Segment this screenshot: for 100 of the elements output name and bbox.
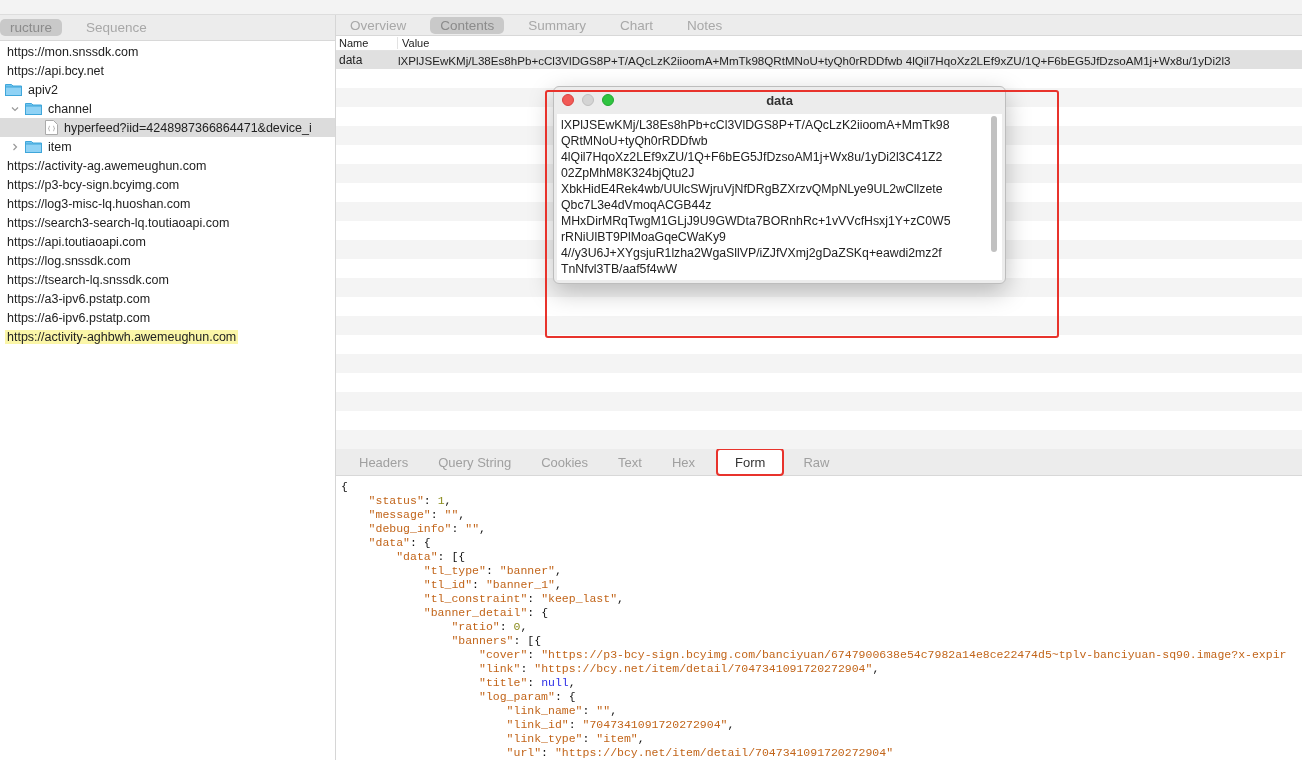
code-token: ,	[637, 732, 645, 745]
code-token: : [{	[513, 634, 542, 647]
code-token: null	[541, 676, 569, 689]
table-cell-text: data	[338, 53, 364, 67]
code-token: ,	[479, 522, 486, 535]
code-token: ,	[458, 508, 466, 521]
text-line: MHxDirMRqTwgM1GLjJ9U9GWDta7BORnhRc+1vVVcfHsxj1Y+zC0W5	[561, 213, 952, 229]
code-token: "ratio"	[451, 620, 500, 633]
code-token: ,	[872, 662, 880, 675]
code-token: :	[472, 578, 480, 591]
code-token: "title"	[479, 676, 528, 689]
code-token: "tl_constraint"	[423, 592, 528, 605]
code-token: ,	[610, 704, 618, 717]
code-token: "data"	[368, 536, 410, 549]
text-area[interactable]	[557, 114, 1002, 280]
code-token: ,	[727, 718, 735, 731]
chevron-down-icon[interactable]	[11, 105, 19, 113]
text-line: QRtMNoU+tyQh0rRDDfwb	[561, 133, 709, 149]
code-token: :	[541, 746, 549, 759]
code-token: :	[582, 704, 591, 717]
code-token: ,	[568, 676, 576, 689]
column-header[interactable]: Value	[397, 37, 430, 50]
code-token: : [{	[437, 550, 466, 563]
text-line: Qbc7L3e4dVmoqACGB44z	[561, 197, 713, 213]
code-token: : {	[410, 536, 431, 549]
code-token: :	[527, 648, 536, 661]
host-item[interactable]: https://tsearch-lq.snssdk.com	[5, 272, 171, 287]
code-token: "cover"	[479, 648, 528, 661]
text-line: lXPlJSEwKMj/L38Es8hPb+cCl3VlDGS8P+T/AQcLzK2iioomA+MmTk98	[561, 117, 951, 133]
code-token: "tl_type"	[423, 564, 486, 577]
code-token: :	[582, 732, 591, 745]
code-token: "status"	[368, 494, 424, 507]
host-item[interactable]: https://api.toutiaoapi.com	[5, 234, 148, 249]
code-token: "data"	[396, 550, 438, 563]
code-token: :	[499, 620, 508, 633]
host-item[interactable]: https://a6-ipv6.pstatp.com	[5, 310, 153, 325]
code-token: "link_name"	[506, 704, 583, 717]
host-item[interactable]: https://a3-ipv6.pstatp.com	[5, 291, 153, 306]
code-token: "item"	[596, 732, 638, 745]
code-token: {	[341, 480, 348, 493]
column-header[interactable]: Name	[336, 37, 397, 50]
code-token: "link_type"	[506, 732, 583, 745]
table-cell: lXPlJSEwKMj/L38Es8hPb+cCl3VlDGS8P+T/AQcLzK2iioomA+MmTk98QRtMNoU+tyQh0rRDDfwb 4lQil7HqoXz2LEf9xZU/1Q+F6bEG5JfDzsoAM1j+Wx8u/1yDi2l3	[397, 53, 1231, 67]
code-token: :	[527, 676, 536, 689]
host-item[interactable]: https://activity-aghbwh.awemeughun.com	[5, 329, 239, 344]
host-item[interactable]: https://p3-bcy-sign.bcyimg.com	[5, 177, 182, 192]
code-token: "log_param"	[479, 690, 555, 703]
host-item[interactable]: channel	[46, 101, 94, 116]
host-item[interactable]: https://log3-misc-lq.huoshan.com	[5, 196, 193, 211]
text-line: rRNiUlBT9PlMoaGqeCWaKy9	[561, 229, 727, 245]
code-token: "banners"	[451, 634, 514, 647]
code-token: "banner_1"	[485, 578, 555, 591]
code-token: "url"	[506, 746, 542, 759]
host-item[interactable]: https://log.snssdk.com	[5, 253, 133, 268]
window-title: data	[766, 93, 793, 108]
host-item[interactable]: https://search3-search-lq.toutiaoapi.com	[5, 215, 232, 230]
minimize-icon[interactable]	[582, 94, 594, 106]
folder-icon	[5, 83, 22, 96]
zoom-icon[interactable]	[602, 94, 614, 106]
code-token: : {	[554, 690, 576, 703]
code-token: "tl_id"	[423, 578, 473, 591]
text-line: TnNfvl3TB/aaf5f4wW	[561, 261, 679, 277]
code-token: "debug_info"	[368, 522, 452, 535]
text-line: 02ZpMhM8K324bjQtu2J	[561, 165, 696, 181]
code-token: ,	[554, 578, 562, 591]
code-token: :	[527, 592, 536, 605]
code-token: ,	[444, 494, 452, 507]
text-line: XbkHidE4Rek4wb/UUlcSWjruVjNfDRgBZXrzvQMpNLye9UL2wCllzete	[561, 181, 944, 197]
code-token: :	[423, 494, 432, 507]
code-token: "link"	[479, 662, 521, 675]
code-token: :	[520, 662, 529, 675]
code-token: "banner_detail"	[423, 606, 528, 619]
document-icon	[45, 120, 58, 135]
host-item[interactable]: item	[46, 139, 74, 154]
host-item[interactable]: apiv2	[26, 82, 60, 97]
code-token: :	[568, 718, 577, 731]
folder-icon	[25, 140, 42, 153]
code-token: :	[430, 508, 439, 521]
code-token: "https://bcy.net/item/detail/7047341091720272904"	[534, 662, 873, 675]
chevron-right-icon[interactable]	[11, 143, 19, 151]
code-token: : {	[527, 606, 549, 619]
code-token: "message"	[368, 508, 431, 521]
host-item[interactable]: https://mon.snssdk.com	[5, 44, 141, 59]
code-token: "https://bcy.net/item/detail/7047341091720272904"	[554, 746, 894, 759]
text-line: 4//y3U6J+XYgsjuR1lzha2WgaSllVP/iZJfVXmj2gDaZSKq+eawdi2mz2f	[561, 245, 943, 261]
text-line: 4lQil7HqoXz2LEf9xZU/1Q+F6bEG5JfDzsoAM1j+Wx8u/1yDi2l3C41Z2	[561, 149, 944, 165]
code-token: "banner"	[499, 564, 555, 577]
view-tab[interactable]: Form	[717, 449, 784, 475]
code-token: ""	[444, 508, 459, 521]
close-icon[interactable]	[562, 94, 574, 106]
code-token: "link_id"	[506, 718, 569, 731]
code-token: "https://p3-bcy-sign.bcyimg.com/banciyuan/6747900638e54c7982a14e8ce22474d5~tplv-banciyuan-sq90.image?x-expir	[541, 648, 1287, 661]
code-token: ,	[554, 564, 562, 577]
code-token: 1	[437, 494, 445, 507]
code-token: ""	[465, 522, 480, 535]
code-token: :	[451, 522, 460, 535]
host-item[interactable]: https://activity-ag.awemeughun.com	[5, 158, 209, 173]
code-token: ""	[596, 704, 611, 717]
code-token: :	[485, 564, 494, 577]
host-item[interactable]: https://api.bcy.net	[5, 63, 107, 78]
